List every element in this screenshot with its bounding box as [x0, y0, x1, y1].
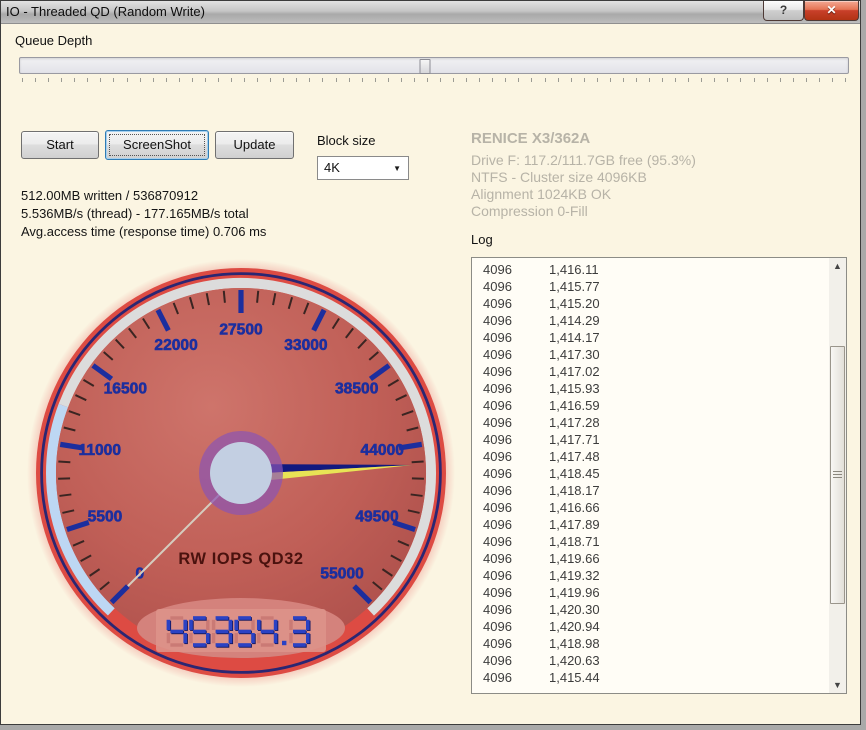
log-row[interactable]: 4096 1,419.96	[472, 585, 829, 602]
help-icon: ?	[779, 3, 788, 17]
close-icon: ✕	[826, 3, 837, 17]
scroll-down-icon[interactable]: ▼	[829, 677, 846, 693]
svg-text:5500: 5500	[88, 509, 123, 526]
log-row[interactable]: 4096 1,414.29	[472, 313, 829, 330]
log-row[interactable]: 4096 1,415.20	[472, 296, 829, 313]
log-row[interactable]: 4096 1,418.98	[472, 636, 829, 653]
svg-text:RW IOPS QD32: RW IOPS QD32	[178, 550, 303, 568]
status-line-speed: 5.536MB/s (thread) - 177.165MB/s total	[21, 206, 249, 221]
log-row[interactable]: 4096 1,417.89	[472, 517, 829, 534]
slider-tick-marks	[22, 78, 846, 83]
svg-text:11000: 11000	[79, 442, 122, 459]
log-row[interactable]: 4096 1,418.17	[472, 483, 829, 500]
scrollbar-thumb[interactable]	[830, 346, 845, 604]
log-scrollbar[interactable]: ▲ ▼	[829, 258, 846, 693]
drive-info-line: Drive F: 117.2/111.7GB free (95.3%)	[471, 152, 696, 168]
drive-model: RENICE X3/362A	[471, 130, 591, 147]
log-rows: 4096 1,416.11 4096 1,415.77 4096 1,415.20 4096…	[472, 262, 829, 687]
log-row[interactable]: 4096 1,415.44	[472, 670, 829, 687]
log-row[interactable]: 4096 1,418.71	[472, 534, 829, 551]
svg-text:27500: 27500	[219, 322, 263, 339]
scroll-up-icon[interactable]: ▲	[829, 258, 846, 274]
slider-thumb[interactable]	[419, 59, 431, 74]
log-row[interactable]: 4096 1,420.94	[472, 619, 829, 636]
log-row[interactable]: 4096 1,415.77	[472, 279, 829, 296]
queue-depth-label: Queue Depth	[15, 33, 93, 48]
window: IO - Threaded QD (Random Write) ? ✕ Queu…	[0, 0, 866, 730]
log-row[interactable]: 4096 1,416.66	[472, 500, 829, 517]
log-row[interactable]: 4096 1,419.66	[472, 551, 829, 568]
status-text: 512.00MB written / 536870912 5.536MB/s (…	[21, 187, 266, 241]
drive-info: Drive F: 117.2/111.7GB free (95.3%) NTFS…	[471, 152, 696, 220]
chevron-down-icon: ▼	[393, 164, 401, 173]
log-row[interactable]: 4096 1,419.32	[472, 568, 829, 585]
svg-text:22000: 22000	[154, 337, 198, 354]
log-row[interactable]: 4096 1,418.45	[472, 466, 829, 483]
block-size-value: 4K	[324, 160, 340, 175]
log-row[interactable]: 4096 1,414.17	[472, 330, 829, 347]
log-row[interactable]: 4096 1,417.02	[472, 364, 829, 381]
status-line-written: 512.00MB written / 536870912	[21, 188, 199, 203]
window-title: IO - Threaded QD (Random Write)	[6, 4, 205, 19]
title-bar[interactable]: IO - Threaded QD (Random Write) ? ✕	[1, 1, 860, 24]
iops-gauge: 0550011000165002200027500330003850044000…	[21, 253, 461, 693]
help-button[interactable]: ?	[763, 1, 804, 21]
svg-text:16500: 16500	[104, 380, 148, 397]
close-button[interactable]: ✕	[804, 1, 859, 21]
log-row[interactable]: 4096 1,415.93	[472, 381, 829, 398]
status-line-access: Avg.access time (response time) 0.706 ms	[21, 224, 267, 239]
drive-info-line: Compression 0-Fill	[471, 203, 588, 219]
svg-text:38500: 38500	[335, 380, 379, 397]
start-button[interactable]: Start	[21, 131, 99, 159]
block-size-label: Block size	[317, 133, 376, 148]
block-size-select[interactable]: 4K ▼	[317, 156, 409, 180]
log-row[interactable]: 4096 1,417.30	[472, 347, 829, 364]
screenshot-button[interactable]: ScreenShot	[105, 130, 209, 160]
svg-text:49500: 49500	[355, 509, 399, 526]
log-row[interactable]: 4096 1,420.63	[472, 653, 829, 670]
log-row[interactable]: 4096 1,420.30	[472, 602, 829, 619]
log-row[interactable]: 4096 1,417.48	[472, 449, 829, 466]
svg-text:44000: 44000	[361, 442, 405, 459]
queue-depth-slider[interactable]	[19, 57, 849, 74]
log-listbox[interactable]: 4096 1,416.11 4096 1,415.77 4096 1,415.20 4096…	[471, 257, 847, 694]
log-row[interactable]: 4096 1,416.11	[472, 262, 829, 279]
log-label: Log	[471, 232, 493, 247]
update-button[interactable]: Update	[215, 131, 294, 159]
log-row[interactable]: 4096 1,417.28	[472, 415, 829, 432]
svg-text:55000: 55000	[320, 566, 364, 583]
dialog-frame: IO - Threaded QD (Random Write) ? ✕ Queu…	[0, 0, 861, 725]
log-row[interactable]: 4096 1,417.71	[472, 432, 829, 449]
drive-info-line: Alignment 1024KB OK	[471, 186, 612, 202]
log-row[interactable]: 4096 1,416.59	[472, 398, 829, 415]
svg-text:33000: 33000	[284, 337, 328, 354]
drive-info-line: NTFS - Cluster size 4096KB	[471, 169, 647, 185]
